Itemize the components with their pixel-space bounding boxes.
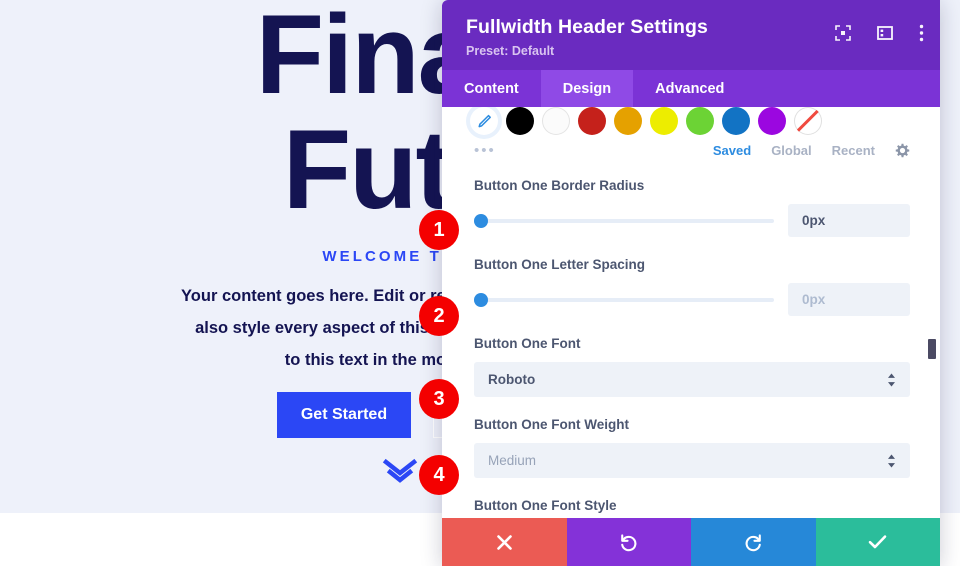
palette-tab-global[interactable]: Global — [771, 143, 811, 158]
gear-icon[interactable] — [895, 143, 910, 158]
border-radius-input[interactable] — [788, 204, 910, 237]
field-button-one-font: Button One Font Roboto — [474, 336, 910, 397]
scrollbar-thumb[interactable] — [928, 339, 936, 359]
redo-icon — [745, 533, 761, 551]
field-label: Button One Border Radius — [474, 178, 645, 193]
more-colors-icon[interactable]: ••• — [474, 143, 496, 158]
font-weight-select[interactable]: Medium — [474, 443, 910, 478]
cancel-button[interactable] — [442, 518, 567, 566]
swatch-orange[interactable] — [614, 107, 642, 135]
swatch-black[interactable] — [506, 107, 534, 135]
vertical-scrollbar[interactable] — [928, 107, 936, 518]
palette-tab-saved[interactable]: Saved — [713, 143, 751, 158]
letter-spacing-input[interactable] — [788, 283, 910, 316]
palette-tab-recent[interactable]: Recent — [832, 143, 875, 158]
slider-row — [474, 204, 910, 237]
settings-scroll-area: ••• Saved Global Recent Button One Borde… — [442, 107, 940, 518]
preset-selector[interactable]: Preset: Default — [466, 44, 920, 58]
check-icon — [868, 535, 887, 549]
swatch-red[interactable] — [578, 107, 606, 135]
color-palette — [470, 107, 910, 135]
slider-row — [474, 283, 910, 316]
annotation-badge-1: 1 — [419, 210, 459, 250]
annotation-badge-2: 2 — [419, 296, 459, 336]
tab-content[interactable]: Content — [442, 70, 541, 107]
save-button[interactable] — [815, 518, 940, 566]
modal-header: Fullwidth Header Settings Preset: Defaul… — [442, 0, 940, 70]
slider-thumb[interactable] — [474, 213, 488, 228]
tab-design[interactable]: Design — [540, 70, 634, 107]
swatch-blue[interactable] — [722, 107, 750, 135]
palette-tab-group: Saved Global Recent — [713, 143, 910, 158]
modal-tab-bar: Content Design Advanced — [442, 70, 940, 107]
font-select-wrap: Roboto — [474, 362, 910, 397]
swatch-white[interactable] — [542, 107, 570, 135]
annotation-badge-4: 4 — [419, 455, 459, 495]
double-chevron-down-icon — [382, 459, 418, 484]
field-label: Button One Font Weight — [474, 417, 629, 432]
layout-panel-icon[interactable] — [877, 25, 893, 41]
undo-icon — [621, 533, 637, 551]
redo-button[interactable] — [691, 518, 816, 566]
font-select[interactable]: Roboto — [474, 362, 910, 397]
letter-spacing-slider[interactable] — [474, 291, 774, 309]
font-weight-select-wrap: Medium — [474, 443, 910, 478]
modal-body: ••• Saved Global Recent Button One Borde… — [442, 107, 940, 518]
field-label-button-one-font-style: Button One Font Style — [474, 498, 617, 513]
focus-target-icon[interactable] — [835, 25, 851, 41]
fullwidth-header-settings-modal: Fullwidth Header Settings Preset: Defaul… — [442, 0, 940, 566]
close-icon — [496, 534, 512, 550]
swatch-purple[interactable] — [758, 107, 786, 135]
swatch-green[interactable] — [686, 107, 714, 135]
kebab-menu-icon[interactable] — [919, 24, 924, 42]
field-button-one-letter-spacing: Button One Letter Spacing — [474, 257, 910, 316]
field-button-one-border-radius: Button One Border Radius — [474, 178, 910, 237]
annotation-badge-3: 3 — [419, 379, 459, 419]
tab-advanced[interactable]: Advanced — [633, 70, 746, 107]
undo-button[interactable] — [566, 518, 691, 566]
palette-meta-row: ••• Saved Global Recent — [474, 143, 910, 158]
field-label: Button One Letter Spacing — [474, 257, 646, 272]
swatch-transparent[interactable] — [794, 107, 822, 135]
modal-action-bar — [442, 518, 940, 566]
slider-track — [474, 218, 774, 223]
border-radius-slider[interactable] — [474, 212, 774, 230]
slider-thumb[interactable] — [474, 292, 488, 307]
field-label: Button One Font — [474, 336, 581, 351]
swatch-yellow[interactable] — [650, 107, 678, 135]
get-started-button[interactable]: Get Started — [276, 392, 412, 439]
pencil-icon — [477, 114, 491, 127]
field-button-one-font-weight: Button One Font Weight Medium — [474, 417, 910, 478]
modal-header-icons — [835, 24, 924, 42]
color-picker-swatch[interactable] — [470, 107, 498, 135]
slider-track — [474, 297, 774, 302]
